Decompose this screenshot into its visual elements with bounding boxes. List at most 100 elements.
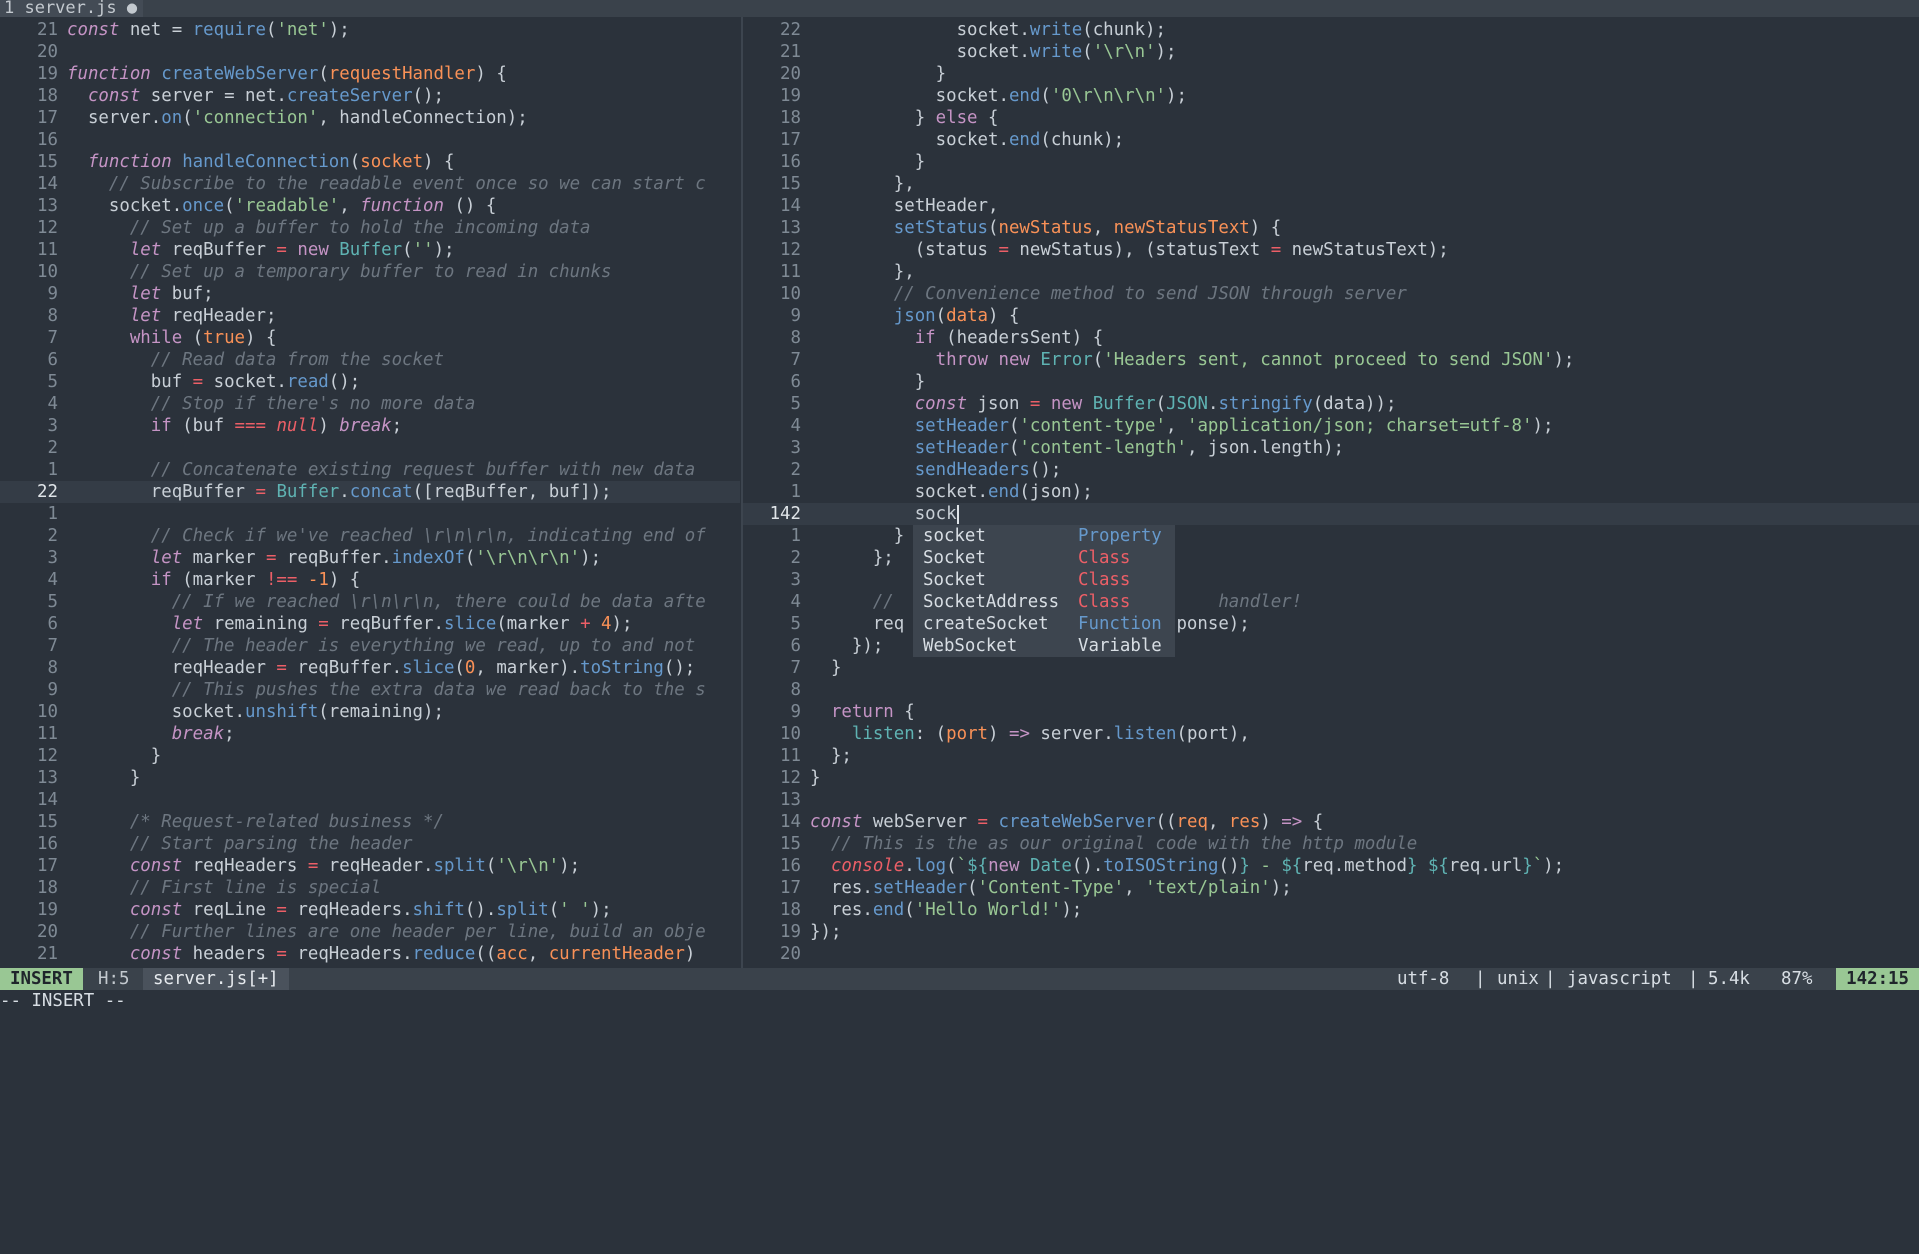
code-line[interactable]: 12 // Set up a buffer to hold the incomi…	[0, 217, 740, 239]
current-line[interactable]: 22 reqBuffer = Buffer.concat([reqBuffer,…	[0, 481, 740, 503]
code-line[interactable]: 8 reqHeader = reqBuffer.slice(0, marker)…	[0, 657, 740, 679]
line-number: 6	[790, 372, 801, 392]
code-line[interactable]: 9 json(data) {	[743, 305, 1919, 327]
completion-item[interactable]: socket Property	[913, 525, 1175, 547]
line-number: 4	[47, 394, 58, 414]
code-line[interactable]: 16 }	[743, 151, 1919, 173]
code-line[interactable]: 6 }	[743, 371, 1919, 393]
status-filename: server.js[+]	[143, 968, 289, 990]
code-line[interactable]: 9 return {	[743, 701, 1919, 723]
editor-pane-right[interactable]: 22 socket.write(chunk); 21 socket.write('…	[743, 19, 1919, 968]
code-line[interactable]: 1 socket.end(json);	[743, 481, 1919, 503]
code-line[interactable]: 18 // First line is special	[0, 877, 740, 899]
completion-item[interactable]: Socket Class	[913, 569, 1175, 591]
code-line[interactable]: 17 res.setHeader('Content-Type', 'text/p…	[743, 877, 1919, 899]
code-text: } else {	[810, 108, 999, 128]
code-line[interactable]: 22 socket.write(chunk);	[743, 19, 1919, 41]
code-text: // Read data from the socket	[150, 350, 444, 370]
code-line[interactable]: 2 sendHeaders();	[743, 459, 1919, 481]
code-line[interactable]: 9 // This pushes the extra data we read …	[0, 679, 740, 701]
code-line[interactable]: 5 const json = new Buffer(JSON.stringify…	[743, 393, 1919, 415]
code-line[interactable]: 19 function createWebServer(requestHandle…	[0, 63, 740, 85]
code-line[interactable]: 15 function handleConnection(socket) {	[0, 151, 740, 173]
code-line[interactable]: 15 // This is the as our original code w…	[743, 833, 1919, 855]
code-line[interactable]: 14 // Subscribe to the readable event on…	[0, 173, 740, 195]
code-line[interactable]: 21 socket.write('\r\n');	[743, 41, 1919, 63]
code-line[interactable]: 15 /* Request-related business */	[0, 811, 740, 833]
code-line[interactable]: 11 };	[743, 745, 1919, 767]
code-line[interactable]: 17 socket.end(chunk);	[743, 129, 1919, 151]
code-line[interactable]: 7 // The header is everything we read, u…	[0, 635, 740, 657]
completion-item[interactable]: SocketAddress Class	[913, 591, 1175, 613]
code-line[interactable]: 7 while (true) {	[0, 327, 740, 349]
code-line[interactable]: 16 // Start parsing the header	[0, 833, 740, 855]
code-line[interactable]: 10 // Set up a temporary buffer to read …	[0, 261, 740, 283]
code-line[interactable]: 8 if (headersSent) {	[743, 327, 1919, 349]
code-line[interactable]: 11 let reqBuffer = new Buffer('');	[0, 239, 740, 261]
code-line[interactable]: 7 }	[743, 657, 1919, 679]
code-line[interactable]: 5 // If we reached \r\n\r\n, there could…	[0, 591, 740, 613]
code-line[interactable]: 10 // Convenience method to send JSON th…	[743, 283, 1919, 305]
code-line[interactable]: 12 }	[0, 745, 740, 767]
code-line[interactable]: 3 setHeader('content-length', json.lengt…	[743, 437, 1919, 459]
code-line[interactable]: 7 throw new Error('Headers sent, cannot …	[743, 349, 1919, 371]
command-line[interactable]: -- INSERT --	[0, 990, 1919, 1015]
code-line[interactable]: 4 if (marker !== -1) {	[0, 569, 740, 591]
code-text: socket.end('0\r\n\r\n');	[810, 86, 1187, 106]
code-line[interactable]: 11 break;	[0, 723, 740, 745]
code-line[interactable]: 9 let buf;	[0, 283, 740, 305]
code-text: buf = socket.read();	[67, 372, 361, 392]
code-line[interactable]: 5 buf = socket.read();	[0, 371, 740, 393]
code-line[interactable]: 11 },	[743, 261, 1919, 283]
line-number: 21	[37, 944, 58, 964]
code-line[interactable]: 20	[743, 943, 1919, 965]
code-line[interactable]: 12 (status = newStatus), (statusText = n…	[743, 239, 1919, 261]
code-line[interactable]: 8 let reqHeader;	[0, 305, 740, 327]
code-line[interactable]: 17 const reqHeaders = reqHeader.split('\…	[0, 855, 740, 877]
code-line[interactable]: 18 res.end('Hello World!');	[743, 899, 1919, 921]
code-line[interactable]: 4 // Stop if there's no more data	[0, 393, 740, 415]
code-line[interactable]: 20 }	[743, 63, 1919, 85]
code-line[interactable]: 10 socket.unshift(remaining);	[0, 701, 740, 723]
code-line[interactable]: 18 } else {	[743, 107, 1919, 129]
completion-item[interactable]: createSocket Function	[913, 613, 1175, 635]
code-line[interactable]: 17 server.on('connection', handleConnect…	[0, 107, 740, 129]
code-line[interactable]: 1	[0, 503, 740, 525]
line-number: 16	[780, 152, 801, 172]
completion-item[interactable]: WebSocket Variable	[913, 635, 1175, 657]
code-line[interactable]: 21 const net = require('net');	[0, 19, 740, 41]
code-line[interactable]: 21 const headers = reqHeaders.reduce((ac…	[0, 943, 740, 965]
code-line[interactable]: 15 },	[743, 173, 1919, 195]
line-number: 1	[47, 504, 58, 524]
tab-server-js[interactable]: 1 server.js ●	[0, 0, 144, 17]
code-line[interactable]: 16 console.log(`${new Date().toISOString…	[743, 855, 1919, 877]
code-line[interactable]: 6 let remaining = reqBuffer.slice(marker…	[0, 613, 740, 635]
code-line[interactable]: 13 socket.once('readable', function () {	[0, 195, 740, 217]
code-line[interactable]: 13	[743, 789, 1919, 811]
code-line[interactable]: 12}	[743, 767, 1919, 789]
code-line[interactable]: 2 // Check if we've reached \r\n\r\n, in…	[0, 525, 740, 547]
code-line[interactable]: 3 if (buf === null) break;	[0, 415, 740, 437]
code-line[interactable]: 6 // Read data from the socket	[0, 349, 740, 371]
code-line[interactable]: 16	[0, 129, 740, 151]
code-line[interactable]: 20 // Further lines are one header per l…	[0, 921, 740, 943]
code-line[interactable]: 14 const webServer = createWebServer((req…	[743, 811, 1919, 833]
code-line[interactable]: 3 let marker = reqBuffer.indexOf('\r\n\r…	[0, 547, 740, 569]
code-line[interactable]: 13 setStatus(newStatus, newStatusText) {	[743, 217, 1919, 239]
code-line[interactable]: 13 }	[0, 767, 740, 789]
code-line[interactable]: 19 const reqLine = reqHeaders.shift().sp…	[0, 899, 740, 921]
code-line[interactable]: 4 setHeader('content-type', 'application…	[743, 415, 1919, 437]
code-line[interactable]: 10 listen: (port) => server.listen(port)…	[743, 723, 1919, 745]
current-line[interactable]: 142 sock	[743, 503, 1919, 525]
code-line[interactable]: 14 setHeader,	[743, 195, 1919, 217]
code-line[interactable]: 14	[0, 789, 740, 811]
code-line[interactable]: 8	[743, 679, 1919, 701]
completion-item[interactable]: Socket Class	[913, 547, 1175, 569]
code-line[interactable]: 1 // Concatenate existing request buffer…	[0, 459, 740, 481]
code-line[interactable]: 2	[0, 437, 740, 459]
editor-pane-left[interactable]: 21 const net = require('net'); 20 19 functio…	[0, 19, 740, 968]
code-line[interactable]: 19 socket.end('0\r\n\r\n');	[743, 85, 1919, 107]
code-line[interactable]: 18 const server = net.createServer();	[0, 85, 740, 107]
code-line[interactable]: 19});	[743, 921, 1919, 943]
code-line[interactable]: 20	[0, 41, 740, 63]
